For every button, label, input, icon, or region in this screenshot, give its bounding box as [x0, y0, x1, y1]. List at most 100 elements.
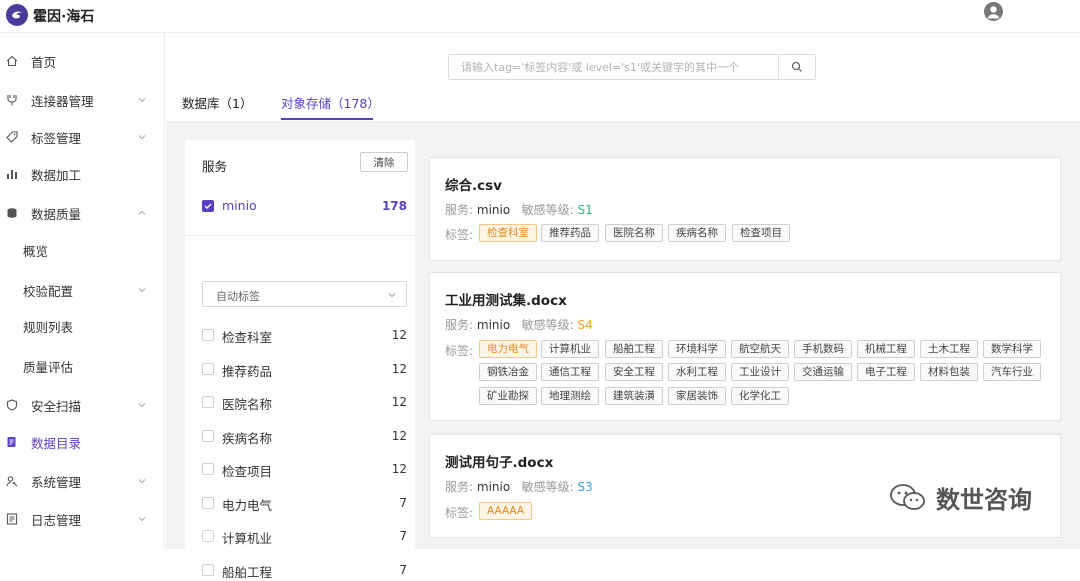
clear-button[interactable]: 清除: [360, 152, 408, 172]
filter-item-label: 电力电气: [222, 498, 273, 513]
check-icon: [204, 203, 212, 209]
tag-chip[interactable]: AAAAA: [479, 502, 533, 520]
level-meta-label: 敏感等级:: [521, 203, 574, 217]
sidebar-item-system[interactable]: 系统管理: [0, 467, 165, 495]
tag-chip[interactable]: 家居装饰: [668, 387, 726, 405]
chevron-down-icon: [138, 403, 146, 408]
tag-chip[interactable]: 手机数码: [794, 340, 852, 358]
checkbox-minio[interactable]: [202, 200, 214, 212]
filter-item-count: 12: [391, 462, 407, 476]
user-avatar-icon[interactable]: [984, 2, 1003, 21]
tag-chip[interactable]: 交通运输: [794, 363, 852, 381]
divider: [185, 235, 415, 236]
sidebar-item-assessment[interactable]: 质量评估: [0, 352, 165, 380]
service-value: minio: [476, 318, 511, 332]
level-value: S4: [577, 318, 593, 332]
service-meta-label: 服务:: [445, 480, 474, 494]
tag-chip[interactable]: 水利工程: [668, 363, 726, 381]
tag-chip[interactable]: 土木工程: [920, 340, 978, 358]
filter-item-label: 疾病名称: [222, 431, 273, 446]
sidebar-item-label: 标签管理: [31, 130, 82, 146]
tag-chip[interactable]: 环境科学: [668, 340, 726, 358]
sidebar-item-tags[interactable]: 标签管理: [0, 123, 165, 151]
tag-chip[interactable]: 钢铁冶金: [479, 363, 537, 381]
result-card[interactable]: 综合.csv 服务: minio 敏感等级: S1 标签: 检查科室 推荐药品 …: [429, 157, 1061, 261]
tag-chip[interactable]: 化学化工: [731, 387, 789, 405]
search-input[interactable]: [448, 54, 779, 80]
filter-item-count: 12: [391, 362, 407, 376]
tag-chip[interactable]: 通信工程: [541, 363, 599, 381]
tag-chip[interactable]: 电子工程: [857, 363, 915, 381]
tags-label: 标签:: [445, 228, 474, 242]
level-value: S3: [577, 480, 593, 494]
tag-chip[interactable]: 材料包装: [920, 363, 978, 381]
level-meta-label: 敏感等级:: [521, 480, 574, 494]
checkbox[interactable]: [202, 396, 214, 408]
tag-chip[interactable]: 数学科学: [983, 340, 1041, 358]
tab-object-storage[interactable]: 对象存储（178）: [281, 93, 380, 112]
active-tab-indicator: [281, 118, 373, 120]
tag-chip[interactable]: 矿业勘探: [479, 387, 537, 405]
search-button[interactable]: [778, 54, 816, 80]
tag-chip[interactable]: 推荐药品: [541, 224, 599, 242]
service-count: 178: [381, 199, 407, 213]
filter-item-count: 7: [399, 563, 407, 577]
checkbox[interactable]: [202, 497, 214, 509]
checkbox[interactable]: [202, 329, 214, 341]
tags-label: 标签:: [445, 344, 474, 358]
sidebar-item-quality[interactable]: 数据质量: [0, 199, 165, 227]
level-meta-label: 敏感等级:: [521, 318, 574, 332]
service-value: minio: [476, 203, 511, 217]
chevron-down-icon: [138, 135, 146, 140]
sidebar-item-security[interactable]: 安全扫描: [0, 391, 165, 419]
tag-type-select[interactable]: 自动标签: [202, 281, 407, 307]
sidebar-item-rules[interactable]: 规则列表: [0, 312, 165, 340]
chevron-down-icon: [138, 479, 146, 484]
sidebar-item-processing[interactable]: 数据加工: [0, 160, 165, 188]
tag-chip[interactable]: 汽车行业: [983, 363, 1041, 381]
filter-item-count: 7: [399, 529, 407, 543]
sidebar-item-label: 安全扫描: [31, 398, 82, 414]
system-icon: [5, 474, 19, 488]
checkbox[interactable]: [202, 530, 214, 542]
tag-chip[interactable]: 工业设计: [731, 363, 789, 381]
tag-chip[interactable]: 电力电气: [479, 340, 537, 358]
tag-chip[interactable]: 航空航天: [731, 340, 789, 358]
service-value: minio: [476, 480, 511, 494]
tag-chip[interactable]: 机械工程: [857, 340, 915, 358]
sidebar-item-check-config[interactable]: 校验配置: [0, 276, 165, 304]
tag-chip[interactable]: 检查项目: [732, 224, 790, 242]
sidebar-item-overview[interactable]: 概览: [0, 236, 165, 264]
main-area: 数据库（1） 对象存储（178） 服务 清除 minio 178 自动标签 检查…: [166, 33, 1080, 580]
card-title[interactable]: 工业用测试集.docx: [445, 289, 567, 309]
card-title[interactable]: 测试用句子.docx: [445, 451, 553, 471]
sidebar-item-home[interactable]: 首页: [0, 47, 165, 75]
tag-chip[interactable]: 地理测绘: [541, 387, 599, 405]
tag-chip[interactable]: 医院名称: [605, 224, 663, 242]
sidebar-item-catalog[interactable]: 数据目录: [0, 428, 165, 456]
checkbox[interactable]: [202, 463, 214, 475]
home-icon: [5, 54, 19, 68]
tab-database[interactable]: 数据库（1）: [182, 93, 252, 112]
tag-chip[interactable]: 计算机业: [541, 340, 599, 358]
filter-item-count: 12: [391, 395, 407, 409]
tag-chip[interactable]: 检查科室: [479, 224, 537, 242]
logo-icon: [6, 4, 28, 26]
result-card[interactable]: 工业用测试集.docx 服务: minio 敏感等级: S4 标签: 电力电气 …: [429, 272, 1061, 421]
tag-chip[interactable]: 建筑装潢: [605, 387, 663, 405]
tag-chip[interactable]: 船舶工程: [605, 340, 663, 358]
checkbox[interactable]: [202, 430, 214, 442]
service-label: minio: [222, 198, 257, 213]
service-meta-label: 服务:: [445, 203, 474, 217]
sidebar: 首页 连接器管理 标签管理 数据加工 数据质量 概览 校验配置 规则列表 质量评…: [0, 33, 165, 549]
sidebar-item-connectors[interactable]: 连接器管理: [0, 86, 165, 114]
checkbox[interactable]: [202, 363, 214, 375]
filter-item-count: 12: [391, 328, 407, 342]
tag-chip[interactable]: 疾病名称: [668, 224, 726, 242]
checkbox[interactable]: [202, 564, 214, 576]
chevron-down-icon: [138, 288, 146, 293]
tag-chip[interactable]: 安全工程: [605, 363, 663, 381]
chevron-down-icon: [138, 98, 146, 103]
card-title[interactable]: 综合.csv: [445, 174, 502, 194]
sidebar-item-logs[interactable]: 日志管理: [0, 505, 165, 533]
